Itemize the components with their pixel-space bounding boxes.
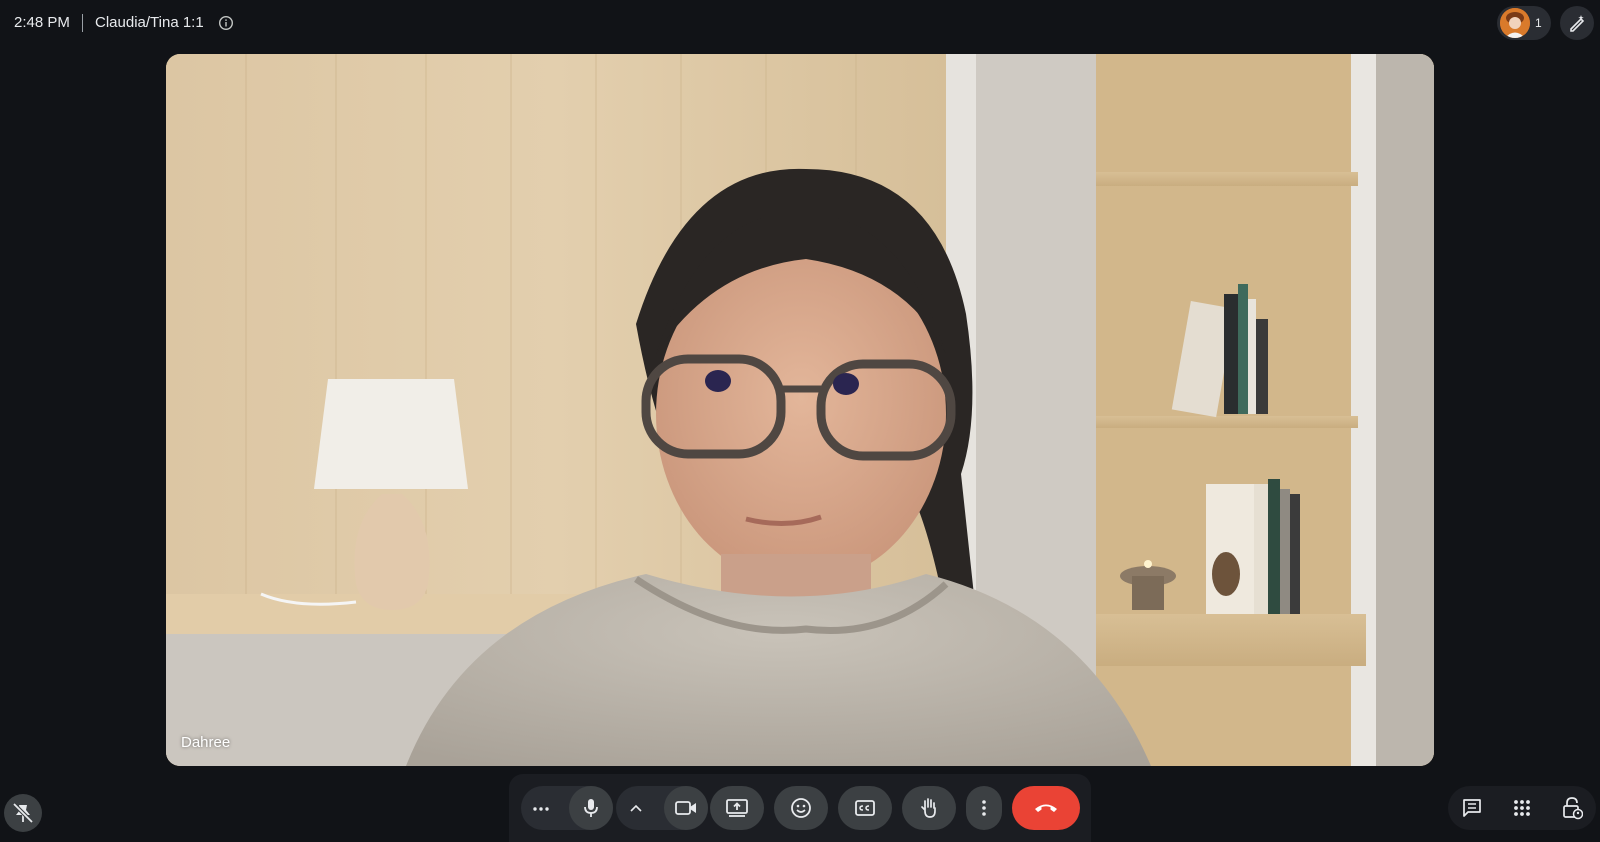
video-camera-icon bbox=[675, 801, 696, 815]
present-screen-button[interactable] bbox=[710, 786, 764, 830]
pin-off-icon bbox=[12, 802, 34, 824]
end-call-icon bbox=[1035, 804, 1057, 812]
participant-count: 1 bbox=[1535, 16, 1542, 30]
meeting-title: Claudia/Tina 1:1 bbox=[95, 14, 204, 31]
chat-button[interactable] bbox=[1452, 788, 1492, 828]
side-panel-controls bbox=[1448, 786, 1596, 830]
more-vertical-icon bbox=[982, 800, 986, 816]
more-options-button[interactable] bbox=[966, 786, 1002, 830]
microphone-button[interactable] bbox=[569, 786, 613, 830]
participant-video-tile[interactable]: Dahree bbox=[166, 54, 1434, 766]
activities-button[interactable] bbox=[1502, 788, 1542, 828]
video-group bbox=[616, 786, 708, 830]
participant-name-label: Dahree bbox=[181, 734, 231, 751]
participant-avatar bbox=[1500, 8, 1530, 38]
audio-group bbox=[521, 786, 613, 830]
call-controls-bar bbox=[509, 774, 1091, 842]
microphone-icon bbox=[584, 799, 598, 817]
participants-button[interactable]: 1 bbox=[1497, 6, 1551, 40]
clock-time: 2:48 PM bbox=[14, 14, 70, 31]
emoji-button[interactable] bbox=[774, 786, 828, 830]
top-bar: 2:48 PM Claudia/Tina 1:1 1 bbox=[0, 0, 1600, 46]
present-screen-icon bbox=[726, 799, 748, 817]
chevron-up-icon[interactable] bbox=[628, 799, 644, 817]
raise-hand-button[interactable] bbox=[902, 786, 956, 830]
pin-off-button[interactable] bbox=[4, 794, 42, 832]
apps-grid-icon bbox=[1514, 800, 1530, 816]
end-call-button[interactable] bbox=[1012, 786, 1080, 830]
host-controls-button[interactable] bbox=[1552, 788, 1592, 828]
emoji-icon bbox=[791, 798, 811, 818]
raise-hand-icon bbox=[921, 798, 936, 818]
chat-icon bbox=[1463, 799, 1481, 817]
more-horizontal-icon[interactable] bbox=[531, 799, 551, 817]
info-icon[interactable] bbox=[218, 15, 234, 31]
divider bbox=[82, 14, 83, 32]
magic-pen-icon bbox=[1570, 15, 1585, 32]
host-controls-lock-icon bbox=[1563, 797, 1583, 820]
magic-pen-button[interactable] bbox=[1560, 6, 1594, 40]
camera-button[interactable] bbox=[664, 786, 708, 830]
closed-captions-icon bbox=[855, 800, 875, 816]
participant-video-feed bbox=[166, 54, 1434, 766]
captions-button[interactable] bbox=[838, 786, 892, 830]
